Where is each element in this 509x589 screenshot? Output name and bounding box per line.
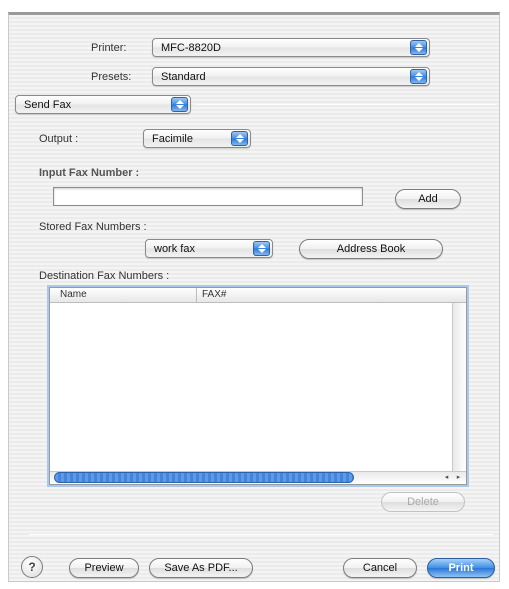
delete-button[interactable]: Delete — [381, 492, 465, 512]
presets-popup[interactable]: Standard — [152, 67, 430, 86]
presets-label: Presets: — [91, 71, 132, 83]
add-button[interactable]: Add — [395, 189, 461, 209]
popup-arrows-icon — [231, 131, 248, 146]
popup-arrows-icon — [410, 69, 427, 84]
printer-popup[interactable]: MFC-8820D — [152, 38, 430, 57]
output-popup[interactable]: Facimile — [143, 129, 251, 148]
separator — [197, 104, 495, 105]
column-divider — [196, 288, 197, 303]
popup-arrows-icon — [253, 241, 270, 256]
stored-fax-value: work fax — [154, 243, 195, 255]
output-label: Output : — [39, 133, 79, 145]
print-button[interactable]: Print — [427, 558, 495, 578]
address-book-button[interactable]: Address Book — [299, 239, 443, 259]
printer-value: MFC-8820D — [161, 42, 221, 54]
horizontal-scroll-thumb[interactable] — [54, 472, 354, 483]
panel-value: Send Fax — [24, 99, 72, 111]
list-header: Name FAX# — [50, 288, 466, 303]
scroll-right-arrow-icon[interactable]: ▸ — [453, 472, 464, 483]
save-as-pdf-button[interactable]: Save As PDF... — [149, 558, 253, 578]
fax-number-input[interactable] — [53, 187, 363, 206]
preview-button[interactable]: Preview — [69, 558, 139, 578]
column-header-fax[interactable]: FAX# — [202, 289, 226, 300]
stored-fax-numbers-label: Stored Fax Numbers : — [39, 221, 147, 233]
cancel-button[interactable]: Cancel — [343, 558, 417, 578]
scroll-left-arrow-icon[interactable]: ◂ — [441, 472, 452, 483]
column-header-name[interactable]: Name — [60, 289, 87, 300]
stored-fax-popup[interactable]: work fax — [145, 239, 273, 258]
vertical-scrollbar[interactable] — [452, 303, 466, 471]
destination-fax-list[interactable]: Name FAX# ◂ ▸ — [49, 287, 467, 485]
destination-fax-numbers-label: Destination Fax Numbers : — [39, 270, 170, 282]
popup-arrows-icon — [410, 40, 427, 55]
panel-popup[interactable]: Send Fax — [15, 95, 191, 114]
input-fax-number-label: Input Fax Number : — [39, 167, 140, 179]
printer-label: Printer: — [91, 42, 127, 54]
horizontal-scrollbar[interactable]: ◂ ▸ — [50, 471, 466, 484]
help-icon[interactable]: ? — [21, 556, 43, 578]
separator — [29, 534, 493, 535]
print-dialog-sheet: Printer: MFC-8820D Presets: Standard Sen… — [8, 12, 500, 582]
popup-arrows-icon — [171, 97, 188, 112]
output-value: Facimile — [152, 133, 193, 145]
presets-value: Standard — [161, 71, 206, 83]
